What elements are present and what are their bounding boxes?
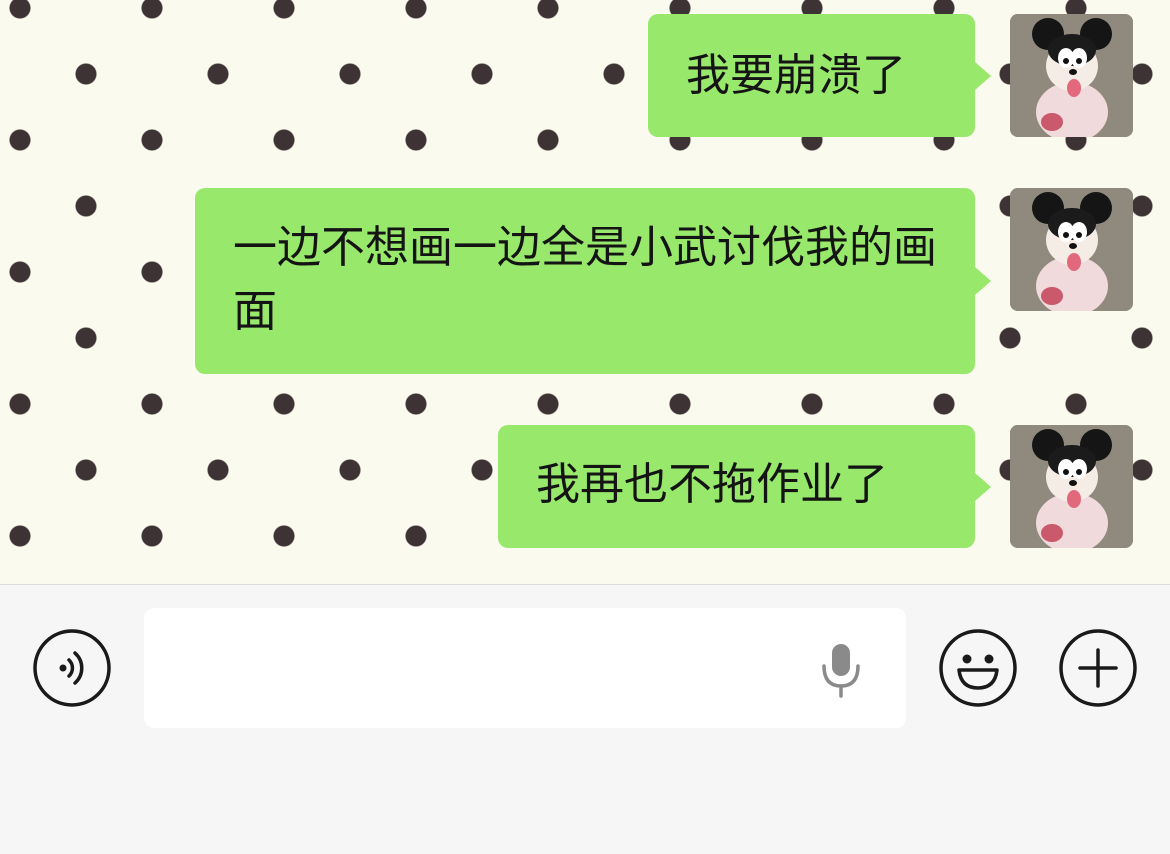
message-text: 我再也不拖作业了 xyxy=(536,459,888,510)
voice-toggle-button[interactable] xyxy=(32,628,112,708)
avatar-image xyxy=(1010,14,1133,137)
message-bubble[interactable]: 一边不想画一边全是小武讨伐我的画面 xyxy=(195,188,991,374)
emoji-button[interactable] xyxy=(938,628,1018,708)
chat-input-bar xyxy=(0,584,1170,854)
chat-message-area[interactable]: 我要崩溃了 一边不想画一边全是小武讨伐我的画面 我再也不拖作业了 xyxy=(0,0,1170,584)
avatar-image xyxy=(1010,425,1133,548)
message-bubble[interactable]: 我再也不拖作业了 xyxy=(498,425,991,548)
sender-avatar[interactable] xyxy=(1010,425,1133,548)
more-options-button[interactable] xyxy=(1058,628,1138,708)
message-text: 一边不想画一边全是小武讨伐我的画面 xyxy=(233,222,937,337)
avatar-image xyxy=(1010,188,1133,311)
smiley-icon xyxy=(939,629,1017,707)
sender-avatar[interactable] xyxy=(1010,14,1133,137)
message-text: 我要崩溃了 xyxy=(686,50,906,101)
voice-toggle-icon xyxy=(33,629,111,707)
message-bubble[interactable]: 我要崩溃了 xyxy=(648,14,991,137)
sender-avatar[interactable] xyxy=(1010,188,1133,311)
plus-icon xyxy=(1059,629,1137,707)
message-input[interactable] xyxy=(144,608,906,728)
microphone-icon[interactable] xyxy=(818,642,864,698)
